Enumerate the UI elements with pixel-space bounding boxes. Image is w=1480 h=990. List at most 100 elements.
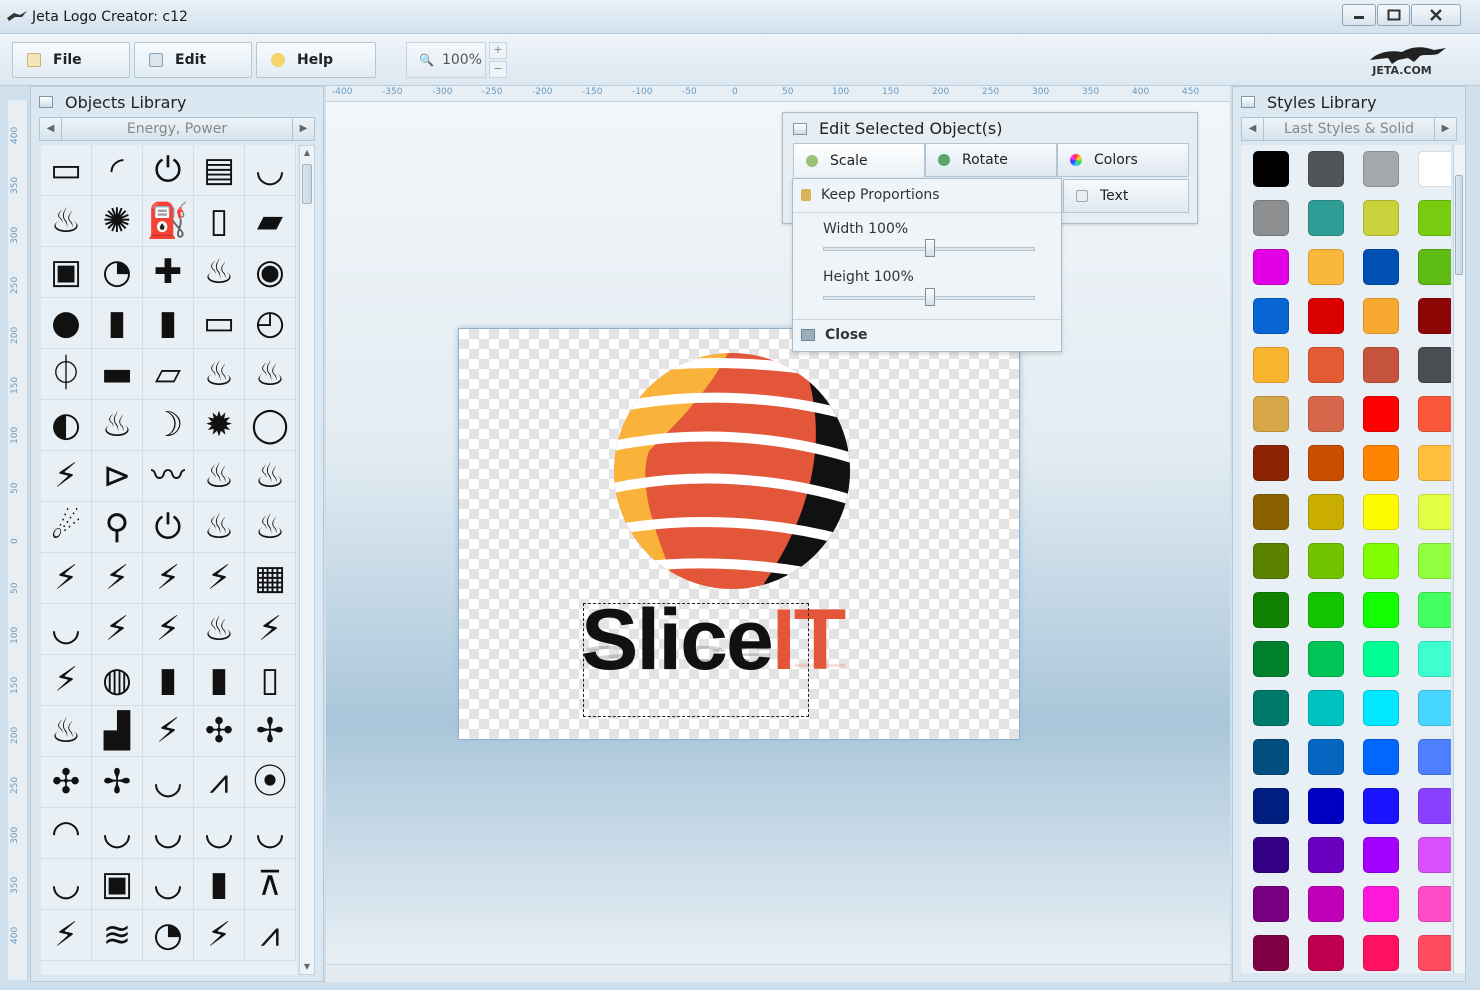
jeta-brand-logo[interactable]: JETA.COM <box>1368 44 1448 80</box>
tower-icon[interactable]: ⊼ <box>245 859 296 910</box>
style-swatch[interactable] <box>1408 298 1451 347</box>
waveform-icon[interactable]: ▦ <box>245 553 296 604</box>
style-swatch[interactable] <box>1354 788 1409 837</box>
cfl-bulb-icon[interactable]: ▮ <box>194 859 245 910</box>
style-swatch[interactable] <box>1299 543 1354 592</box>
bolt-thin-icon[interactable]: ⚡ <box>92 553 143 604</box>
power-ring-icon[interactable]: ⏀ <box>41 349 92 400</box>
style-swatch[interactable] <box>1354 592 1409 641</box>
plug-icon[interactable]: ✚ <box>143 247 194 298</box>
style-swatch[interactable] <box>1299 788 1354 837</box>
style-swatch[interactable] <box>1299 837 1354 886</box>
battery-icon[interactable]: ▭ <box>41 145 92 196</box>
style-swatch[interactable] <box>1408 690 1451 739</box>
style-swatch[interactable] <box>1244 347 1299 396</box>
battery-mid-icon[interactable]: ▮ <box>143 298 194 349</box>
style-swatch[interactable] <box>1354 298 1409 347</box>
bolt-4-icon[interactable]: ⚡ <box>245 604 296 655</box>
style-swatch[interactable] <box>1408 935 1451 973</box>
style-swatch[interactable] <box>1354 494 1409 543</box>
style-swatch[interactable] <box>1244 641 1299 690</box>
usb-battery-icon[interactable]: ▰ <box>245 196 296 247</box>
bolt-3-icon[interactable]: ⚡ <box>143 604 194 655</box>
bulb-small-icon[interactable]: ⚲ <box>92 502 143 553</box>
style-swatch[interactable] <box>1244 200 1299 249</box>
battery-low-icon[interactable]: ▭ <box>194 298 245 349</box>
style-swatch[interactable] <box>1354 641 1409 690</box>
fire-icon[interactable]: ♨ <box>194 247 245 298</box>
style-swatch[interactable] <box>1299 690 1354 739</box>
wifi-icon[interactable]: ◡ <box>245 145 296 196</box>
zap-icon[interactable]: ⚡ <box>41 451 92 502</box>
battery-v2-icon[interactable]: ▮ <box>194 655 245 706</box>
tab-scale[interactable]: Scale <box>793 143 925 177</box>
style-swatch[interactable] <box>1408 200 1451 249</box>
styles-prev-button[interactable]: ◀ <box>1242 118 1264 140</box>
help-menu-button[interactable]: Help <box>256 42 376 78</box>
style-swatch[interactable] <box>1408 249 1451 298</box>
tab-text[interactable]: Text <box>1063 179 1189 213</box>
lightbulb-icon[interactable]: ✺ <box>92 196 143 247</box>
style-swatch[interactable] <box>1244 886 1299 935</box>
bolt-2-icon[interactable]: ⚡ <box>92 604 143 655</box>
style-swatch[interactable] <box>1244 445 1299 494</box>
battery-high-icon[interactable]: ▮ <box>92 298 143 349</box>
flame-outline-icon[interactable]: ♨ <box>194 349 245 400</box>
style-swatch[interactable] <box>1299 739 1354 788</box>
style-swatch[interactable] <box>1299 935 1354 973</box>
style-swatch[interactable] <box>1244 494 1299 543</box>
battery-v3-icon[interactable]: ▯ <box>245 655 296 706</box>
battery-full-icon[interactable]: ▤ <box>194 145 245 196</box>
style-swatch[interactable] <box>1408 151 1451 200</box>
keep-proportions-toggle[interactable]: Keep Proportions <box>801 187 940 203</box>
style-swatch[interactable] <box>1408 739 1451 788</box>
wifi-3-icon[interactable]: ◡ <box>143 808 194 859</box>
cycle-icon[interactable]: ◯ <box>245 400 296 451</box>
style-swatch[interactable] <box>1244 935 1299 973</box>
style-swatch[interactable] <box>1354 739 1409 788</box>
battery-half-icon[interactable]: ▯ <box>194 196 245 247</box>
fire-multi-icon[interactable]: ♨ <box>245 502 296 553</box>
selection-box[interactable] <box>583 603 809 717</box>
location-wifi-icon[interactable]: ⦿ <box>245 757 296 808</box>
speedometer-icon[interactable]: ◔ <box>143 910 194 961</box>
signal-dome-icon[interactable]: ◠ <box>41 808 92 859</box>
bolt-7-icon[interactable]: ⚡ <box>194 910 245 961</box>
style-swatch[interactable] <box>1408 788 1451 837</box>
bolt-6-icon[interactable]: ⚡ <box>41 910 92 961</box>
broadcast-icon[interactable]: ◉ <box>245 247 296 298</box>
refresh-icon[interactable]: ◐ <box>41 400 92 451</box>
battery-empty-icon[interactable]: ▱ <box>143 349 194 400</box>
fire-big-icon[interactable]: ♨ <box>245 349 296 400</box>
style-swatch[interactable] <box>1299 494 1354 543</box>
spark-icon[interactable]: ✹ <box>194 400 245 451</box>
style-swatch[interactable] <box>1354 347 1409 396</box>
edit-menu-button[interactable]: Edit <box>134 42 252 78</box>
style-swatch[interactable] <box>1408 837 1451 886</box>
bolt-icon[interactable]: ⚡ <box>41 553 92 604</box>
style-swatch[interactable] <box>1354 249 1409 298</box>
style-swatch[interactable] <box>1244 249 1299 298</box>
style-swatch[interactable] <box>1244 151 1299 200</box>
style-swatch[interactable] <box>1299 298 1354 347</box>
objects-scrollbar[interactable]: ▲ ▼ <box>299 145 315 975</box>
width-slider[interactable] <box>823 239 1035 257</box>
style-swatch[interactable] <box>1244 396 1299 445</box>
bolt-box-icon[interactable]: ⚡ <box>194 553 245 604</box>
flame-tall-icon[interactable]: ♨ <box>194 451 245 502</box>
style-swatch[interactable] <box>1244 788 1299 837</box>
style-swatch[interactable] <box>1408 886 1451 935</box>
bolt-bold-icon[interactable]: ⚡ <box>143 553 194 604</box>
fuel-pump-icon[interactable]: ⛽ <box>143 196 194 247</box>
wind-farm-icon[interactable]: ✣ <box>41 757 92 808</box>
wifi-6-icon[interactable]: ◡ <box>143 859 194 910</box>
scroll-down-arrow[interactable]: ▼ <box>300 960 314 974</box>
height-slider[interactable] <box>823 288 1035 306</box>
battery-v-icon[interactable]: ▮ <box>143 655 194 706</box>
leaf-bolt-icon[interactable]: ☽ <box>143 400 194 451</box>
styles-next-button[interactable]: ▶ <box>1434 118 1456 140</box>
windmill-icon[interactable]: ✣ <box>194 706 245 757</box>
scroll-up-arrow[interactable]: ▲ <box>300 146 314 160</box>
canvas-horizontal-scrollbar[interactable] <box>326 964 1230 982</box>
flames-icon[interactable]: ♨ <box>92 400 143 451</box>
